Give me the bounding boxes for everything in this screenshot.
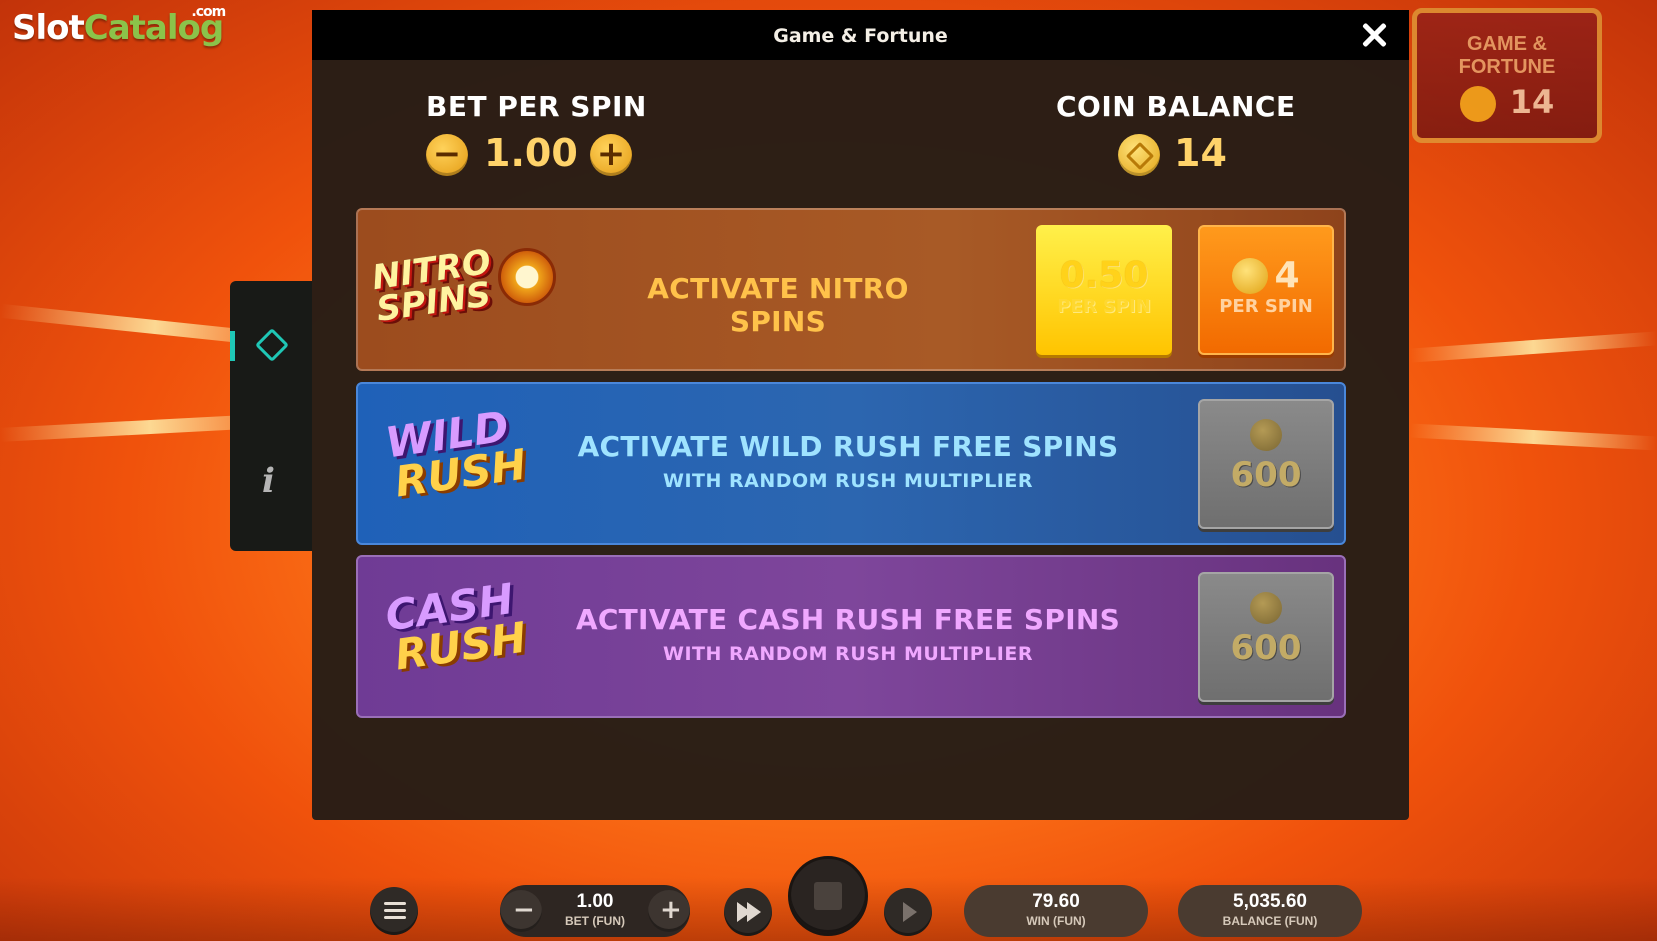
tile-value: 0.50 — [1059, 255, 1149, 296]
nitro-price-tile-bet[interactable]: 0.50 PER SPIN — [1036, 225, 1172, 355]
coin-icon — [1250, 592, 1282, 624]
cash-rush-subtitle: WITH RANDOM RUSH MULTIPLIER — [663, 643, 1033, 665]
stop-icon — [814, 882, 842, 910]
tile-value: 600 — [1230, 628, 1302, 668]
balance-label: BALANCE (FUN) — [1222, 914, 1318, 928]
close-button[interactable] — [1357, 18, 1391, 52]
light-ray — [1409, 423, 1657, 451]
win-value: 79.60 — [1032, 891, 1080, 912]
game-fortune-modal: Game & Fortune BET PER SPIN − 1.00 + COI… — [312, 10, 1409, 820]
bet-plus-button[interactable]: + — [648, 890, 690, 932]
wild-rush-logo: WILD RUSH — [382, 401, 530, 507]
bet-decrease-button[interactable]: − — [426, 134, 468, 176]
plus-icon: + — [660, 895, 682, 925]
tile-value: 600 — [1230, 455, 1302, 495]
tile-value: 4 — [1274, 255, 1300, 296]
menu-icon — [384, 902, 406, 920]
nitro-spins-row[interactable]: NITRO SPINS ACTIVATE NITRO SPINS 0.50 PER… — [356, 208, 1346, 371]
bet-per-spin-value: 1.00 — [484, 131, 578, 175]
info-icon[interactable]: i — [262, 461, 275, 501]
tile-label: PER SPIN — [1219, 296, 1313, 317]
fast-forward-icon-part — [747, 902, 761, 922]
bet-per-spin-label: BET PER SPIN — [426, 90, 647, 123]
nitro-price-tile-coins[interactable]: 4 PER SPIN — [1198, 225, 1334, 355]
cash-rush-title: ACTIVATE CASH RUSH FREE SPINS — [575, 603, 1121, 636]
badge-title: GAME & FORTUNE — [1458, 33, 1556, 78]
nitro-spins-logo: NITRO SPINS — [369, 242, 494, 331]
nitro-spins-title: ACTIVATE NITRO SPINS — [647, 272, 909, 338]
balance-value: 5,035.60 — [1233, 891, 1307, 912]
menu-button[interactable] — [370, 887, 418, 935]
coin-balance-label: COIN BALANCE — [1056, 90, 1296, 123]
coin-icon — [1232, 257, 1269, 294]
badge-value: 14 — [1417, 83, 1597, 122]
wild-rush-subtitle: WITH RANDOM RUSH MULTIPLIER — [663, 470, 1033, 492]
win-display: 79.60 WIN (FUN) — [964, 885, 1148, 937]
coin-icon — [1250, 419, 1282, 451]
balance-display: 5,035.60 BALANCE (FUN) — [1178, 885, 1362, 937]
cash-rush-price-tile[interactable]: 600 — [1198, 572, 1334, 702]
wild-rush-price-tile[interactable]: 600 — [1198, 399, 1334, 529]
site-watermark: SlotCatalog .com — [12, 4, 226, 48]
coin-balance-value: 14 — [1174, 131, 1227, 175]
game-fortune-tab-icon[interactable] — [255, 328, 289, 362]
cash-rush-logo: CASH RUSH — [382, 573, 530, 680]
turbo-button[interactable] — [724, 888, 772, 936]
coin-icon — [1118, 134, 1160, 176]
cash-rush-row[interactable]: CASH RUSH ACTIVATE CASH RUSH FREE SPINS W… — [356, 555, 1346, 718]
wild-rush-row[interactable]: WILD RUSH ACTIVATE WILD RUSH FREE SPINS W… — [356, 382, 1346, 545]
tile-label: PER SPIN — [1057, 296, 1151, 317]
spin-stop-button[interactable] — [788, 856, 868, 936]
light-ray — [1409, 331, 1657, 363]
autoplay-button[interactable] — [884, 888, 932, 936]
side-panel: i — [230, 281, 312, 551]
speedometer-icon — [498, 248, 556, 306]
modal-header: Game & Fortune — [312, 10, 1409, 60]
modal-title: Game & Fortune — [773, 25, 948, 47]
coin-icon — [1459, 86, 1496, 122]
active-tab-indicator — [230, 331, 235, 361]
game-fortune-badge: GAME & FORTUNE 14 — [1412, 8, 1602, 143]
wild-rush-title: ACTIVATE WILD RUSH FREE SPINS — [577, 430, 1119, 463]
play-icon — [903, 902, 917, 922]
minus-icon: − — [513, 895, 535, 925]
win-label: WIN (FUN) — [1026, 914, 1086, 928]
bet-increase-button[interactable]: + — [590, 134, 632, 176]
bet-minus-button[interactable]: − — [500, 890, 542, 932]
